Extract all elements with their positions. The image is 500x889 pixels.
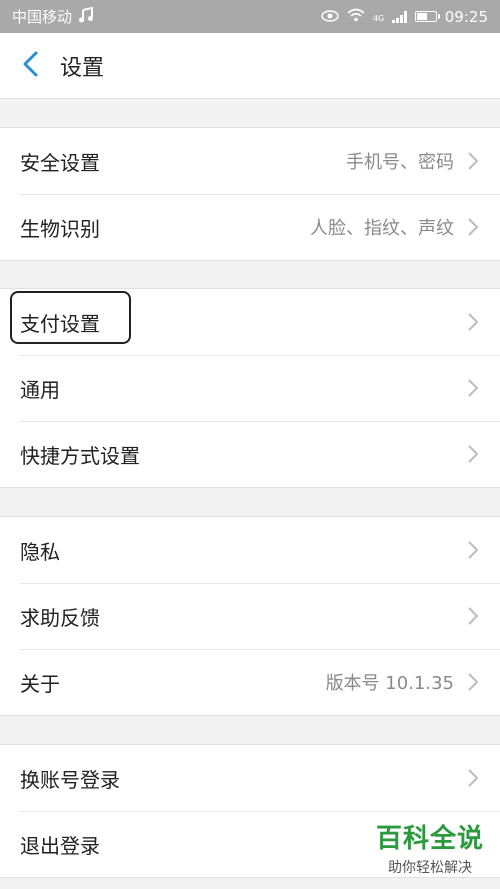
row-security-settings[interactable]: 安全设置 手机号、密码 [0, 128, 500, 194]
row-switch-account[interactable]: 换账号登录 [0, 745, 500, 811]
row-label: 关于 [20, 671, 60, 696]
row-shortcut-settings[interactable]: 快捷方式设置 [0, 421, 500, 487]
highlight-box [10, 291, 131, 344]
watermark-title: 百科全说 [375, 824, 484, 854]
eye-comfort-icon [321, 8, 339, 26]
status-left: 中国移动 [12, 6, 94, 27]
chevron-left-icon [21, 50, 39, 82]
status-bar: 中国移动 4G 09:25 [0, 0, 500, 33]
nav-header: 设置 [0, 33, 500, 99]
carrier-label: 中国移动 [12, 8, 73, 26]
watermark-logo: 百科全说 助你轻松解决 [376, 818, 484, 877]
page-title: 设置 [60, 55, 105, 81]
chevron-right-icon [466, 671, 480, 693]
chevron-right-icon [466, 443, 480, 465]
chevron-right-icon [466, 605, 480, 627]
watermark-subtitle: 助你轻松解决 [387, 860, 472, 876]
chevron-right-icon [466, 150, 480, 172]
row-about[interactable]: 关于 版本号 10.1.35 [0, 649, 500, 715]
row-label: 隐私 [20, 539, 60, 564]
row-help-feedback[interactable]: 求助反馈 [0, 583, 500, 649]
battery-level [416, 13, 427, 20]
row-label: 生物识别 [20, 216, 100, 241]
row-label: 通用 [20, 377, 60, 402]
row-label: 换账号登录 [20, 767, 120, 792]
row-biometrics[interactable]: 生物识别 人脸、指纹、声纹 [0, 194, 500, 260]
status-right: 4G 09:25 [321, 8, 488, 26]
settings-group-about: 隐私 求助反馈 关于 版本号 10.1.35 [0, 516, 500, 716]
settings-group-general: 支付设置 通用 快捷方式设置 [0, 288, 500, 488]
chevron-right-icon [466, 216, 480, 238]
row-value: 人脸、指纹、声纹 [310, 218, 454, 239]
chevron-right-icon [466, 311, 480, 333]
battery-icon [414, 11, 440, 22]
settings-group-security: 安全设置 手机号、密码 生物识别 人脸、指纹、声纹 [0, 127, 500, 261]
row-label: 求助反馈 [20, 605, 100, 630]
chevron-right-icon [466, 539, 480, 561]
row-value: 手机号、密码 [346, 152, 454, 173]
back-button[interactable] [2, 33, 58, 99]
row-general[interactable]: 通用 [0, 355, 500, 421]
wifi-icon [347, 8, 365, 26]
clock: 09:25 [444, 7, 488, 26]
row-payment-settings[interactable]: 支付设置 [0, 289, 500, 355]
signal-strength-icon [392, 10, 407, 23]
network-type-label: 4G [372, 13, 385, 23]
chevron-right-icon [466, 377, 480, 399]
row-privacy[interactable]: 隐私 [0, 517, 500, 583]
row-label: 快捷方式设置 [20, 443, 140, 468]
chevron-right-icon [466, 767, 480, 789]
row-value: 版本号 10.1.35 [325, 673, 454, 694]
row-label: 安全设置 [20, 150, 100, 175]
music-note-icon [78, 6, 94, 27]
